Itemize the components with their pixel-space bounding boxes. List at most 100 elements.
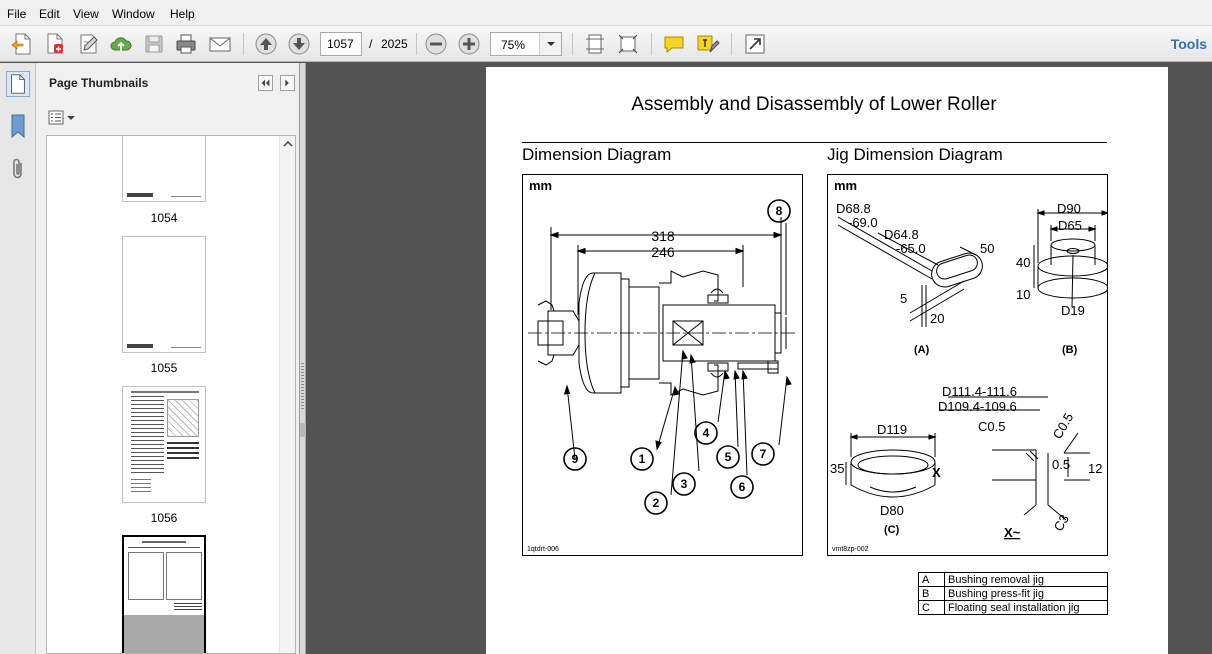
chevron-down-icon[interactable] [539,33,561,55]
lower-roller-drawing: 318 246 1 2 3 4 5 6 7 8 9 [528,199,795,515]
panel-title: Page Thumbnails [49,76,149,90]
jig-b-dimension: D65 [1058,218,1082,233]
callout-label: 5 [725,450,732,464]
tools-button[interactable]: Tools [1171,36,1207,52]
jig-b-dimension: D19 [1061,303,1085,318]
menu-help[interactable]: Help [170,7,195,21]
jig-a-dimension: D68.8 [836,201,871,216]
jig-drawings: D68.8 -69.0 D64.8 -65.0 50 5 20 D90 D65 … [830,201,1107,540]
menu-window[interactable]: Window [112,7,155,21]
attachment-icon[interactable] [8,157,28,183]
page-thumbnails-tab[interactable] [6,71,30,97]
print-icon[interactable] [173,31,199,57]
callout-label: 8 [776,204,783,218]
page-total: 2025 [381,37,408,51]
dimension-label: 318 [651,228,675,244]
jig-a-dimension: 20 [930,311,944,326]
page-number-input[interactable] [320,32,362,56]
jig-a-dimension: 50 [980,241,994,256]
jig-c-dimension: C0.5 [1050,410,1077,441]
callout-label: 7 [760,447,767,461]
thumbnail-page-number: 1056 [150,511,178,525]
legend-text: Floating seal installation jig [944,600,1108,615]
bookmark-icon[interactable] [8,113,28,139]
thumbnail-page[interactable] [122,386,206,503]
jig-c-dimension: D109.4-109.6 [938,399,1017,414]
toolbar: / 2025 75% Tools [0,26,1212,62]
thumbnails-panel: Page Thumbnails 1054 1055 1056 [36,63,300,654]
collapse-panel-button[interactable] [258,75,273,91]
edit-icon[interactable] [76,31,102,57]
document-page: Assembly and Disassembly of Lower Roller… [486,67,1168,654]
legend-text: Bushing removal jig [944,572,1108,587]
dimension-label: 246 [651,244,675,260]
save-icon[interactable] [141,31,167,57]
legend-text: Bushing press-fit jig [944,586,1108,601]
jig-c-dimension: 12 [1088,461,1102,476]
create-pdf-multi-icon[interactable] [42,31,68,57]
jig-c-dimension: X~ [1004,525,1021,540]
jig-a-dimension: 5 [900,291,907,306]
panel-splitter[interactable] [300,63,306,654]
jig-c-dimension: 0.5 [1052,457,1070,472]
fit-page-icon[interactable] [582,31,608,57]
table-row: A Bushing removal jig [918,572,1108,587]
zoom-select[interactable]: 75% [490,32,562,56]
table-row: C Floating seal installation jig [918,600,1108,615]
legend-key: B [918,586,945,601]
jig-dimension-diagram-heading: Jig Dimension Diagram [827,145,1003,164]
options-icon [48,110,75,125]
table-row: B Bushing press-fit jig [918,586,1108,601]
menu-file[interactable]: File [7,7,26,21]
thumbnail-page[interactable] [122,136,206,202]
jig-dimension-diagram-figure: mm vmt8zp-002 D68.8 -69.0 D64.8 -65.0 50… [827,174,1108,556]
legend-key: C [918,600,945,615]
callout-label: 9 [572,452,579,466]
legend-key: A [918,572,945,587]
page-thumbnails-icon [11,74,25,94]
zoom-value: 75% [501,38,526,52]
email-icon[interactable] [207,31,233,57]
callout-label: 4 [703,426,710,440]
jig-c-dimension: C0.5 [978,419,1005,434]
dimension-diagram-heading: Dimension Diagram [522,145,672,164]
zoom-in-icon[interactable] [456,31,482,57]
upload-cloud-icon[interactable] [108,31,134,57]
thumbnail-page-number: 1055 [150,361,178,375]
legend-table: A Bushing removal jig B Bushing press-fi… [918,572,1108,615]
thumbnail-page-selected[interactable] [122,535,206,653]
thumbnail-scrollbar[interactable] [279,136,295,653]
jig-b-dimension: 10 [1016,287,1030,302]
expand-panel-button[interactable] [280,75,295,91]
create-pdf-icon[interactable] [9,31,35,57]
jig-c-dimension: D119 [877,422,907,437]
title-divider [522,142,1107,143]
jig-c-dimension: D80 [880,503,904,518]
menu-bar: File Edit View Window Help [0,0,1212,26]
chevron-up-icon[interactable] [280,136,296,152]
jig-c-dimension: C3 [1051,512,1072,534]
page-down-icon[interactable] [286,31,312,57]
jig-b-dimension: D90 [1057,201,1081,216]
callout-label: 2 [653,496,660,510]
fullscreen-icon[interactable] [742,31,768,57]
jig-a-dimension: -65.0 [896,241,926,256]
page-up-icon[interactable] [253,31,279,57]
thumbnail-page-number: 1054 [150,211,178,225]
jig-c-dimension: 35 [830,461,844,476]
chevron-left-icon [261,79,270,87]
callout-label: 6 [739,480,746,494]
fit-width-icon[interactable] [615,31,641,57]
thumbnail-page[interactable] [122,236,206,353]
menu-edit[interactable]: Edit [39,7,60,21]
callout-label: 1 [639,452,646,466]
thumbnail-options-button[interactable] [48,109,78,127]
jig-c-dimension: X [932,465,941,480]
menu-view[interactable]: View [73,7,99,21]
jig-c-dimension: D111.4-111.6 [942,384,1017,399]
zoom-out-icon[interactable] [423,31,449,57]
highlight-icon[interactable] [694,31,720,57]
thumbnail-list[interactable]: 1054 1055 1056 [46,135,296,654]
jig-c-label: (C) [884,524,900,536]
comment-icon[interactable] [661,31,687,57]
